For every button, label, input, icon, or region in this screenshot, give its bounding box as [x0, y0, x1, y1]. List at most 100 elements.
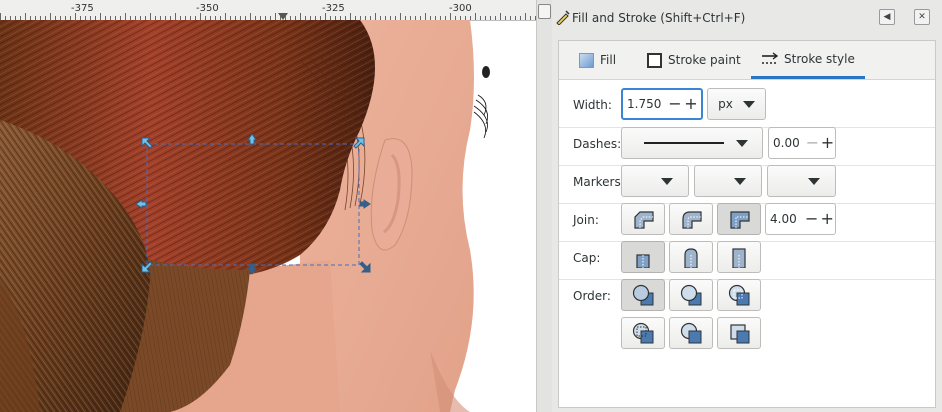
eyelashes	[473, 94, 489, 139]
tab-stroke-paint[interactable]: Stroke paint	[647, 41, 741, 79]
ruler-tick	[250, 13, 251, 20]
width-minus-button[interactable]: −	[667, 96, 683, 112]
order-stroke-markers-fill-button[interactable]	[669, 317, 713, 349]
ruler-label: -300	[449, 3, 472, 14]
ruler-tick	[450, 13, 451, 20]
dialog-panel: Fill Stroke paint Stroke style Width: − …	[558, 40, 936, 408]
ruler-position-marker	[278, 13, 288, 20]
ruler-tick	[300, 13, 301, 20]
square-cap-icon	[732, 248, 746, 268]
join-bevel-button[interactable]	[621, 203, 665, 235]
dashes-label: Dashes:	[573, 137, 622, 151]
ruler-tick	[425, 13, 426, 20]
ruler-tick	[150, 13, 151, 20]
cap-label: Cap:	[573, 251, 601, 265]
bevel-join-icon	[634, 211, 654, 229]
dash-offset-plus-button[interactable]: +	[820, 135, 835, 151]
markers-label: Markers:	[573, 175, 625, 189]
join-miter-button[interactable]	[717, 203, 761, 235]
miter-limit-input[interactable]	[766, 212, 804, 226]
mid-marker-dropdown[interactable]	[694, 165, 762, 197]
fill-stroke-icon	[556, 10, 570, 25]
ruler-tick	[225, 13, 226, 20]
cap-square-button[interactable]	[717, 241, 761, 273]
paint-order-icon	[680, 322, 702, 344]
unit-value: px	[718, 97, 733, 111]
order-fill-markers-stroke-button[interactable]	[717, 279, 761, 311]
horizontal-ruler[interactable]: -375 -350 -325 -300	[0, 0, 536, 21]
tab-fill-label: Fill	[600, 53, 617, 67]
chevron-down-icon	[661, 177, 673, 185]
tab-fill[interactable]: Fill	[579, 41, 616, 79]
ruler-tick	[475, 13, 476, 20]
ruler-tick	[125, 13, 126, 20]
chevron-down-icon	[734, 177, 746, 185]
ruler-tick	[100, 13, 101, 20]
dash-offset-minus-button[interactable]: −	[805, 135, 820, 151]
dialog-title: Fill and Stroke (Shift+Ctrl+F)	[572, 11, 746, 25]
paint-order-icon	[728, 284, 750, 306]
close-panel-icon[interactable]: ✕	[914, 9, 930, 25]
vertical-scrollbar[interactable]	[536, 0, 553, 412]
tab-bar: Fill Stroke paint Stroke style	[559, 41, 935, 80]
miter-limit-spinbox[interactable]: − +	[765, 203, 836, 235]
paint-order-icon	[632, 284, 654, 306]
stroke-style-icon	[762, 51, 778, 64]
dash-offset-spinbox[interactable]: − +	[768, 127, 836, 159]
ruler-tick	[50, 13, 51, 20]
paint-order-icon	[632, 322, 654, 344]
miter-limit-minus-button[interactable]: −	[804, 211, 820, 227]
dialog-header: Fill and Stroke (Shift+Ctrl+F) ◀ ✕	[552, 0, 942, 34]
ruler-tick	[25, 13, 26, 20]
round-cap-icon	[684, 248, 698, 268]
dock-handle-icon[interactable]	[538, 4, 551, 19]
round-join-icon	[682, 211, 702, 229]
ruler-tick	[350, 13, 351, 20]
tab-stroke-style[interactable]: Stroke style	[751, 41, 865, 79]
start-marker-dropdown[interactable]	[621, 165, 689, 197]
order-label: Order:	[573, 289, 611, 303]
cap-round-button[interactable]	[669, 241, 713, 273]
ruler-tick	[500, 13, 501, 20]
canvas-area[interactable]: -375 -350 -325 -300	[0, 0, 536, 412]
dashes-dropdown[interactable]	[621, 127, 763, 159]
chevron-down-icon	[736, 139, 748, 147]
collapse-panel-icon[interactable]: ◀	[879, 9, 895, 25]
join-label: Join:	[573, 213, 599, 227]
ruler-tick	[375, 13, 376, 20]
ruler-tick	[75, 13, 76, 20]
end-marker-dropdown[interactable]	[767, 165, 836, 197]
order-markers-fill-stroke-button[interactable]	[621, 317, 665, 349]
unit-dropdown[interactable]: px	[707, 88, 766, 120]
artwork[interactable]	[0, 20, 536, 412]
ruler-tick	[400, 13, 401, 20]
fill-stroke-dialog: Fill and Stroke (Shift+Ctrl+F) ◀ ✕ Fill …	[552, 0, 942, 412]
width-plus-button[interactable]: +	[683, 96, 699, 112]
ruler-tick	[525, 13, 526, 20]
order-markers-stroke-fill-button[interactable]	[717, 317, 761, 349]
ruler-tick	[275, 13, 276, 20]
join-round-button[interactable]	[669, 203, 713, 235]
miter-limit-plus-button[interactable]: +	[820, 211, 836, 227]
fill-icon	[579, 52, 594, 68]
order-fill-stroke-markers-button[interactable]	[621, 279, 665, 311]
stroke-paint-icon	[647, 52, 662, 68]
order-stroke-fill-markers-button[interactable]	[669, 279, 713, 311]
chevron-down-icon	[742, 100, 755, 108]
ruler-tick	[0, 13, 1, 20]
tab-stroke-style-label: Stroke style	[784, 51, 855, 66]
tab-stroke-paint-label: Stroke paint	[668, 53, 741, 67]
ruler-tick	[175, 13, 176, 20]
width-label: Width:	[573, 98, 612, 112]
width-spinbox[interactable]: − +	[621, 88, 703, 120]
dash-pattern-preview	[644, 142, 724, 144]
ruler-tick	[200, 13, 201, 20]
miter-join-icon	[730, 211, 750, 229]
paint-order-icon	[730, 324, 750, 344]
chevron-down-icon	[807, 177, 820, 185]
cap-butt-button[interactable]	[621, 241, 665, 273]
width-input[interactable]	[623, 97, 667, 111]
butt-cap-icon	[636, 254, 650, 268]
paint-order-icon	[680, 284, 702, 306]
dash-offset-input[interactable]	[769, 136, 805, 150]
